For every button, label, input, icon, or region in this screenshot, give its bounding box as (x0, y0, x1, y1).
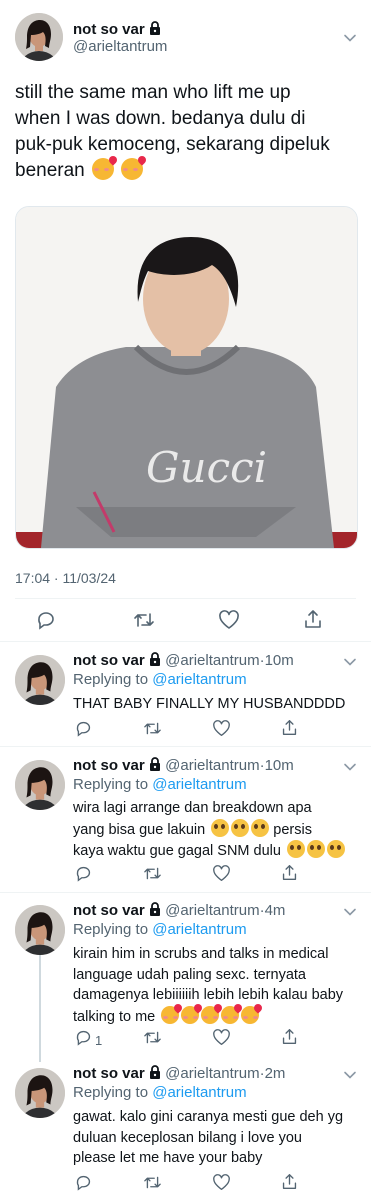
reply-header: not so var @arieltantrum·10m (73, 757, 294, 776)
pleading-face-emoji (231, 818, 250, 837)
share-icon[interactable] (281, 864, 298, 886)
replying-to-link[interactable]: @arieltantrum (152, 1084, 246, 1101)
smiling-face-with-hearts-emoji (161, 1005, 180, 1024)
reply-text: wira lagi arrange dan breakdown apa yang… (73, 798, 363, 862)
share-icon[interactable] (281, 719, 298, 741)
divider (15, 598, 356, 599)
avatar[interactable] (15, 905, 65, 955)
reply-text: THAT BABY FINALLY MY HUSBANDDDD (73, 696, 346, 712)
smiling-face-with-hearts-emoji (121, 158, 144, 180)
reply-button[interactable]: 1 (75, 1029, 102, 1051)
avatar[interactable] (15, 760, 65, 810)
smiling-face-with-hearts-emoji (92, 158, 115, 180)
reply-text: gawat. kalo gini caranya mesti gue deh y… (73, 1109, 344, 1166)
retweet-icon[interactable] (143, 865, 162, 887)
avatar[interactable] (15, 13, 63, 61)
tweet-photo[interactable]: Gucci (15, 206, 358, 549)
divider (0, 641, 371, 642)
heart-icon[interactable] (212, 865, 231, 887)
share-icon[interactable] (281, 1028, 298, 1050)
lock-icon (149, 902, 161, 921)
reply-icon[interactable] (36, 610, 56, 630)
share-icon[interactable] (303, 609, 323, 629)
smiling-face-with-hearts-emoji (201, 1005, 220, 1024)
chevron-down-icon[interactable] (343, 760, 357, 774)
replying-to: Replying to @arieltantrum (73, 1084, 247, 1101)
retweet-icon[interactable] (143, 1174, 162, 1196)
tweet-text: still the same man who lift me up when I… (15, 82, 330, 181)
display-name[interactable]: not so var (73, 21, 161, 39)
retweet-icon[interactable] (133, 610, 155, 630)
heart-icon[interactable] (212, 720, 231, 742)
pleading-face-emoji (327, 840, 345, 858)
lock-icon (149, 1065, 161, 1084)
share-icon[interactable] (281, 1173, 298, 1195)
reply-header: not so var @arieltantrum·4m (73, 902, 286, 921)
smiling-face-with-hearts-emoji (221, 1005, 240, 1024)
smiling-face-with-hearts-emoji (181, 1005, 200, 1024)
reply-time[interactable]: 10m (265, 652, 294, 669)
retweet-icon[interactable] (143, 1029, 162, 1051)
replying-to-link[interactable]: @arieltantrum (152, 671, 246, 688)
reply-text: kirain him in scrubs and talks in medica… (73, 946, 344, 1025)
avatar[interactable] (15, 1068, 65, 1118)
chevron-down-icon[interactable] (343, 905, 357, 919)
reply-icon (75, 1029, 92, 1051)
reply-header: not so var @arieltantrum·10m (73, 652, 294, 671)
retweet-icon[interactable] (143, 720, 162, 742)
reply-icon[interactable] (75, 720, 92, 737)
lock-icon (149, 21, 161, 39)
heart-icon[interactable] (218, 610, 240, 630)
reply-time[interactable]: 2m (265, 1065, 286, 1082)
pleading-face-emoji (287, 840, 305, 858)
thread-line (39, 954, 41, 1062)
replying-to: Replying to @arieltantrum (73, 921, 247, 938)
divider (0, 746, 371, 747)
tweet-timestamp[interactable]: 17:04 · 11/03/24 (15, 570, 116, 586)
pleading-face-emoji (307, 840, 325, 858)
user-handle[interactable]: @arieltantrum (73, 38, 167, 55)
reply-icon[interactable] (75, 865, 92, 887)
chevron-down-icon[interactable] (343, 655, 357, 669)
avatar[interactable] (15, 655, 65, 705)
heart-icon[interactable] (212, 1174, 231, 1196)
reply-time[interactable]: 10m (265, 757, 294, 774)
chevron-down-icon[interactable] (343, 31, 357, 45)
reply-count: 1 (95, 1032, 103, 1048)
smiling-face-with-hearts-emoji (241, 1005, 260, 1024)
replying-to-link[interactable]: @arieltantrum (152, 921, 246, 938)
pleading-face-emoji (251, 818, 270, 837)
lock-icon (149, 757, 161, 776)
reply-time[interactable]: 4m (265, 902, 286, 919)
divider (0, 892, 371, 893)
pleading-face-emoji (211, 818, 230, 837)
replying-to-link[interactable]: @arieltantrum (152, 776, 246, 793)
replying-to: Replying to @arieltantrum (73, 671, 247, 688)
lock-icon (149, 652, 161, 671)
photo-caption: Gucci (146, 443, 267, 492)
replying-to: Replying to @arieltantrum (73, 776, 247, 793)
reply-icon[interactable] (75, 1174, 92, 1196)
chevron-down-icon[interactable] (343, 1068, 357, 1082)
reply-header: not so var @arieltantrum·2m (73, 1065, 286, 1084)
heart-icon[interactable] (212, 1029, 231, 1051)
